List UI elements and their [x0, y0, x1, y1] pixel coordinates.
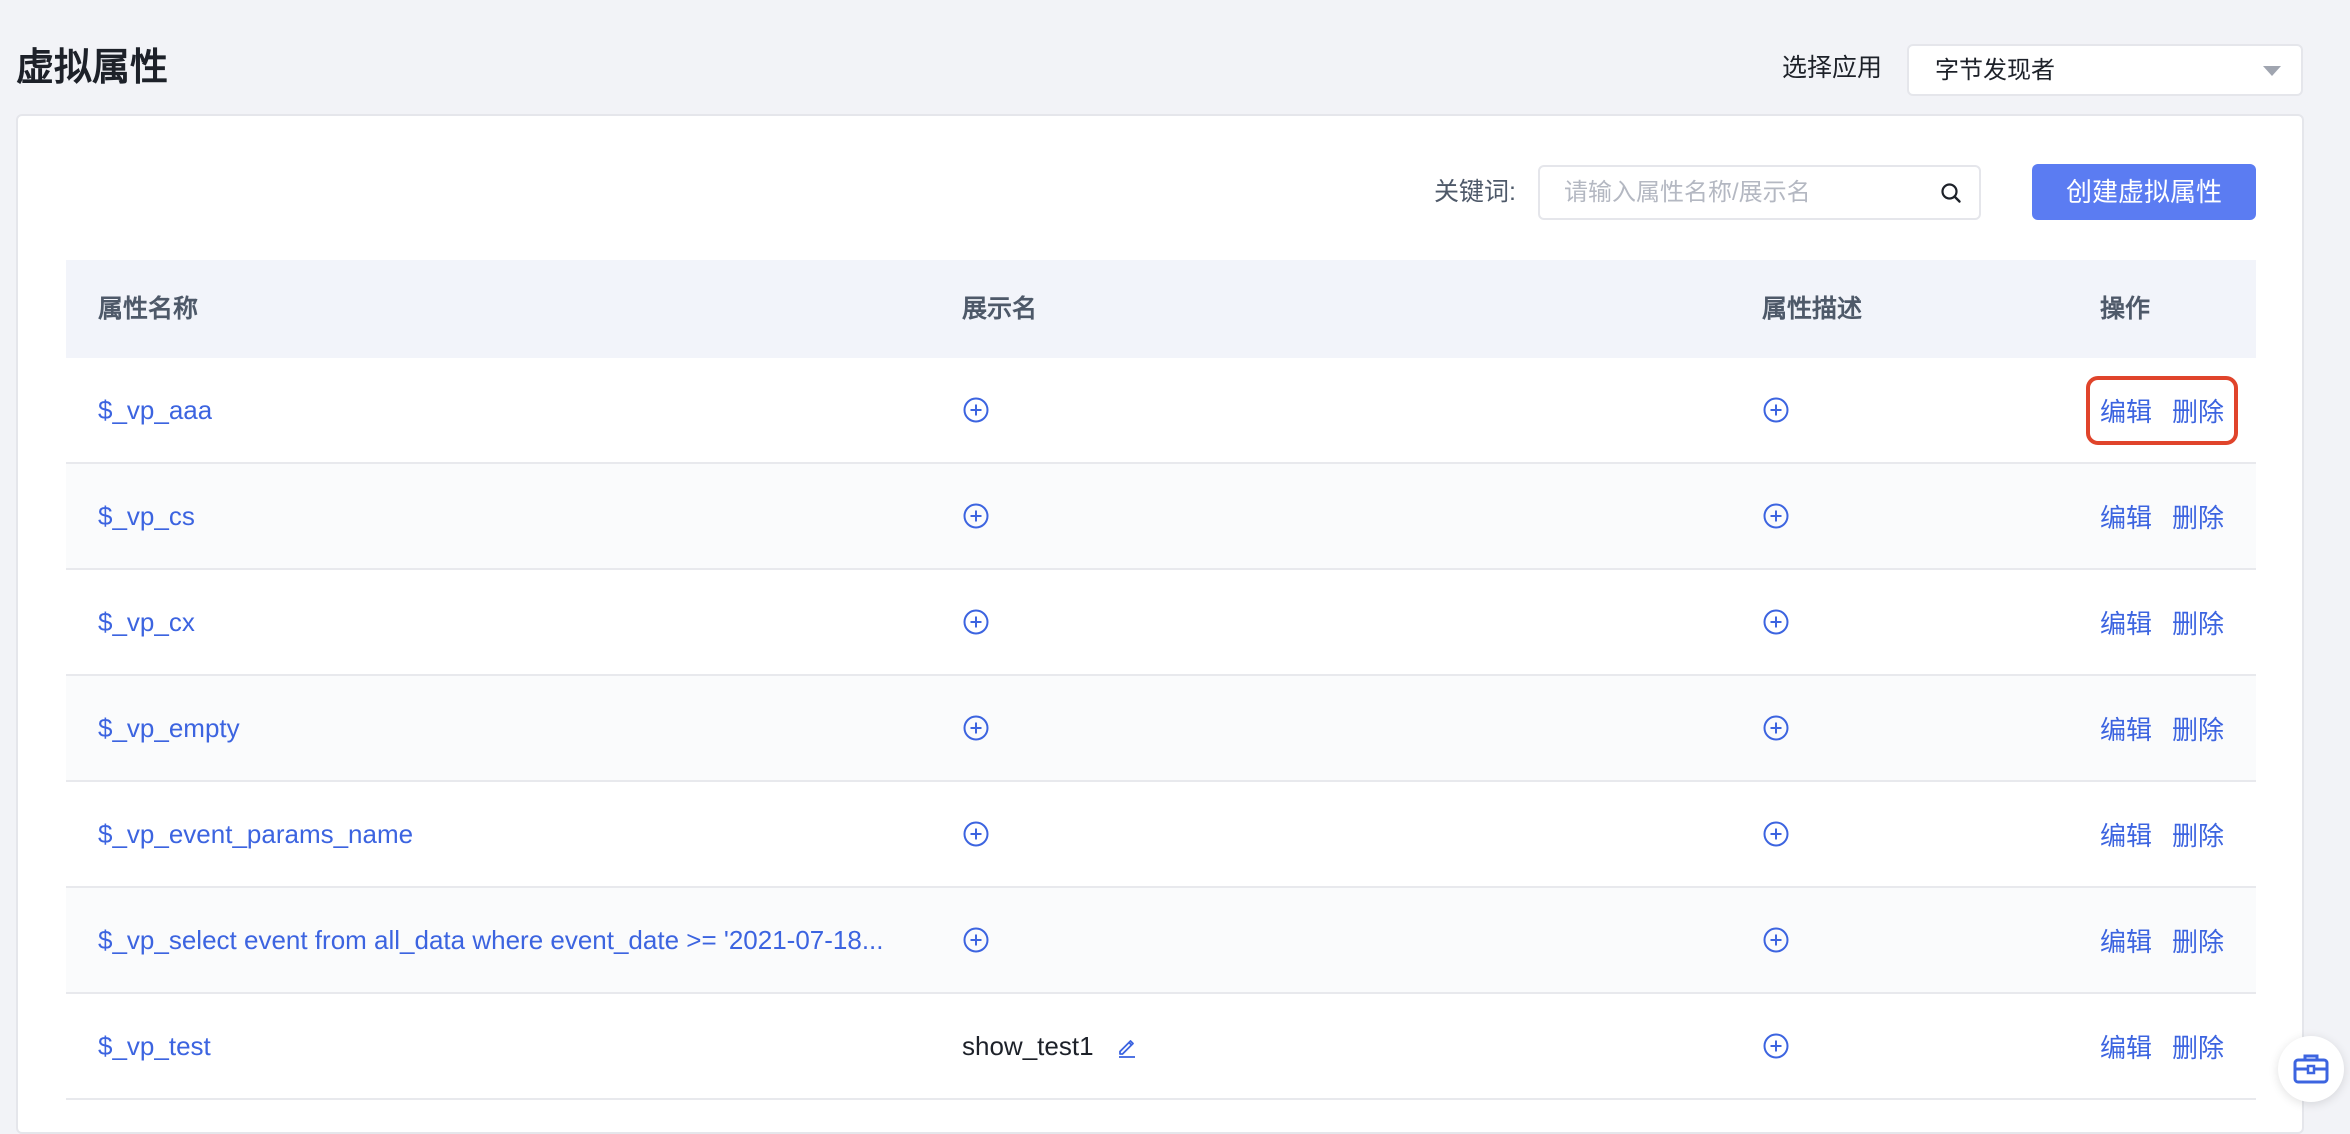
- app-select-value: 字节发现者: [1935, 57, 2055, 84]
- edit-button[interactable]: 编辑: [2100, 604, 2152, 641]
- row-actions: 编辑 删除: [2100, 922, 2224, 959]
- toolbox-icon: [2293, 1054, 2329, 1084]
- table-row: $_vp_select event from all_data where ev…: [66, 888, 2256, 994]
- column-header-display-name: 展示名: [962, 295, 1038, 323]
- table-row: $_vp_cx 编辑 删除: [66, 570, 2256, 676]
- display-name-text: show_test1: [962, 1030, 1094, 1061]
- delete-button[interactable]: 删除: [2172, 1028, 2224, 1065]
- delete-button[interactable]: 删除: [2172, 922, 2224, 959]
- plus-circle-icon[interactable]: [1762, 926, 1790, 954]
- plus-circle-icon[interactable]: [1762, 396, 1790, 424]
- edit-button[interactable]: 编辑: [2100, 922, 2152, 959]
- table-row: $_vp_event_params_name 编辑 删除: [66, 782, 2256, 888]
- edit-button[interactable]: 编辑: [2100, 498, 2152, 535]
- property-name-link[interactable]: $_vp_test: [98, 1031, 211, 1062]
- edit-button[interactable]: 编辑: [2100, 392, 2152, 429]
- row-actions: 编辑 删除: [2100, 604, 2224, 641]
- row-actions: 编辑 删除: [2100, 816, 2224, 853]
- plus-circle-icon[interactable]: [962, 608, 990, 636]
- table-row: $_vp_aaa 编辑 删除: [66, 358, 2256, 464]
- plus-circle-icon[interactable]: [962, 396, 990, 424]
- delete-button[interactable]: 删除: [2172, 710, 2224, 747]
- page-title: 虚拟属性: [16, 47, 169, 89]
- plus-circle-icon[interactable]: [1762, 820, 1790, 848]
- search-box[interactable]: [1538, 165, 1981, 220]
- property-name-link[interactable]: $_vp_event_params_name: [98, 819, 413, 850]
- row-actions: 编辑 删除: [2100, 710, 2224, 747]
- row-actions: 编辑 删除: [2085, 375, 2239, 445]
- row-actions: 编辑 删除: [2100, 498, 2224, 535]
- plus-circle-icon[interactable]: [962, 926, 990, 954]
- delete-button[interactable]: 删除: [2172, 392, 2224, 429]
- table-row: $_vp_empty 编辑 删除: [66, 676, 2256, 782]
- search-icon[interactable]: [1939, 181, 1963, 205]
- app-select-label: 选择应用: [1782, 54, 1883, 82]
- search-input[interactable]: [1564, 175, 1924, 211]
- property-table: 属性名称 展示名 属性描述 操作 $_vp_aaa 编辑 删除 $_vp_cs 编…: [66, 260, 2256, 1100]
- app-select[interactable]: 字节发现者: [1907, 44, 2303, 96]
- plus-circle-icon[interactable]: [1762, 714, 1790, 742]
- chevron-down-icon: [2263, 66, 2281, 76]
- keyword-label: 关键词:: [1434, 178, 1516, 206]
- table-header: 属性名称 展示名 属性描述 操作: [66, 260, 2256, 358]
- delete-button[interactable]: 删除: [2172, 604, 2224, 641]
- toolbox-float-button[interactable]: [2278, 1036, 2344, 1102]
- delete-button[interactable]: 删除: [2172, 816, 2224, 853]
- plus-circle-icon[interactable]: [962, 502, 990, 530]
- plus-circle-icon[interactable]: [962, 714, 990, 742]
- delete-button[interactable]: 删除: [2172, 498, 2224, 535]
- property-name-link[interactable]: $_vp_select event from all_data where ev…: [98, 925, 883, 956]
- pencil-icon[interactable]: [1114, 1033, 1140, 1059]
- edit-button[interactable]: 编辑: [2100, 816, 2152, 853]
- edit-button[interactable]: 编辑: [2100, 710, 2152, 747]
- property-name-link[interactable]: $_vp_cx: [98, 607, 195, 638]
- plus-circle-icon[interactable]: [962, 820, 990, 848]
- column-header-actions: 操作: [2100, 295, 2151, 323]
- table-row: $_vp_cs 编辑 删除: [66, 464, 2256, 570]
- property-name-link[interactable]: $_vp_cs: [98, 501, 195, 532]
- plus-circle-icon[interactable]: [1762, 502, 1790, 530]
- plus-circle-icon[interactable]: [1762, 608, 1790, 636]
- edit-button[interactable]: 编辑: [2100, 1028, 2152, 1065]
- row-actions: 编辑 删除: [2100, 1028, 2224, 1065]
- plus-circle-icon[interactable]: [1762, 1032, 1790, 1060]
- table-row: $_vp_test show_test1 编辑 删除: [66, 994, 2256, 1100]
- create-virtual-property-button[interactable]: 创建虚拟属性: [2032, 164, 2256, 220]
- column-header-name: 属性名称: [98, 295, 199, 323]
- property-name-link[interactable]: $_vp_aaa: [98, 395, 212, 426]
- property-name-link[interactable]: $_vp_empty: [98, 713, 240, 744]
